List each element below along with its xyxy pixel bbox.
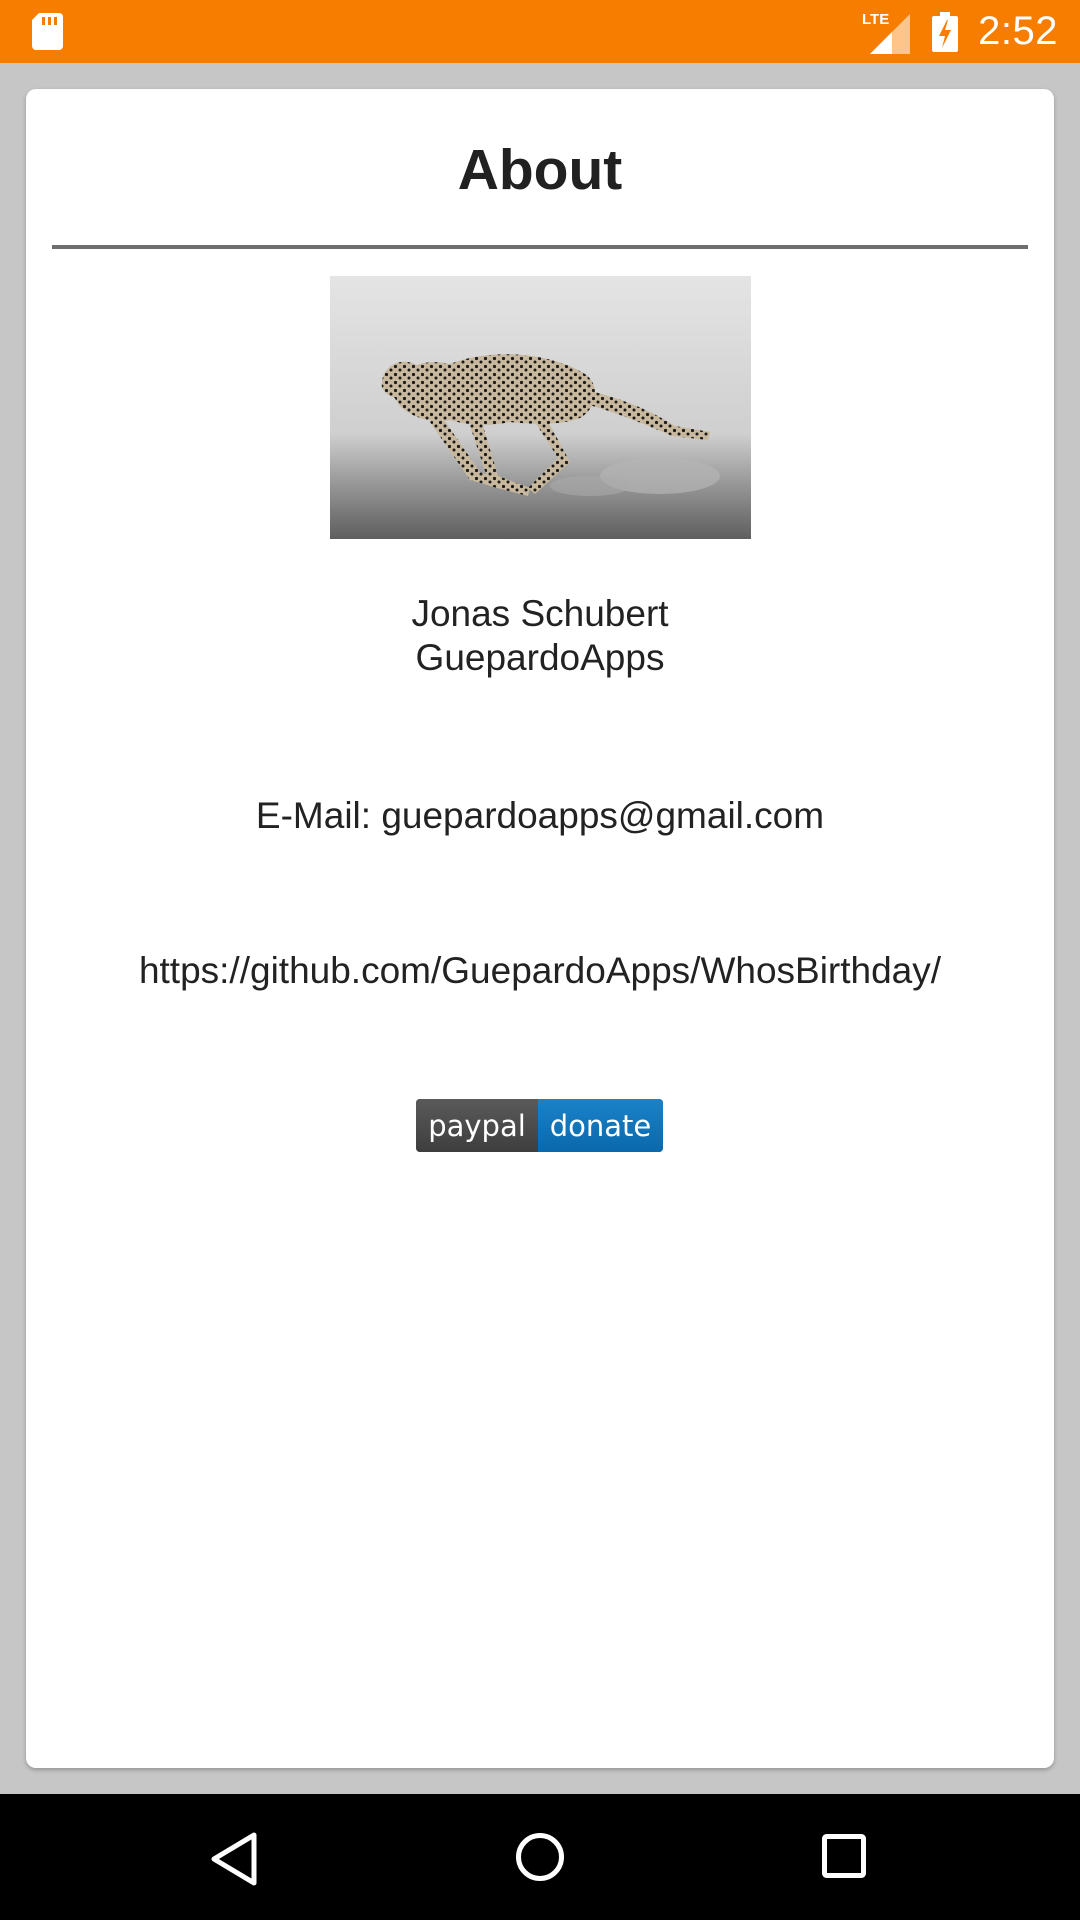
- github-link[interactable]: https://github.com/GuepardoApps/WhosBirt…: [0, 946, 1080, 996]
- status-clock: 2:52: [978, 9, 1058, 53]
- recents-icon[interactable]: [822, 1834, 866, 1878]
- title-divider: [52, 245, 1028, 249]
- author-name: Jonas Schubert: [411, 593, 669, 634]
- status-bar: LTE 2:52: [0, 0, 1080, 63]
- cheetah-image: [330, 276, 751, 539]
- author-info: Jonas Schubert GuepardoApps: [0, 592, 1080, 680]
- dialog-title: About: [457, 138, 623, 202]
- paypal-donate-button[interactable]: paypal donate: [416, 1099, 663, 1152]
- home-icon[interactable]: [515, 1832, 565, 1882]
- donate-label: donate: [538, 1099, 663, 1152]
- email-link[interactable]: E-Mail: guepardoapps@gmail.com: [0, 791, 1080, 841]
- company-name: GuepardoApps: [415, 637, 665, 678]
- navigation-bar: [0, 1794, 1080, 1920]
- paypal-label: paypal: [416, 1099, 538, 1152]
- status-icons: LTE 2:52: [862, 0, 1080, 63]
- sd-card-icon: [32, 13, 63, 50]
- lte-signal-icon: LTE: [862, 11, 911, 54]
- battery-charging-icon: [932, 11, 959, 52]
- svg-text:LTE: LTE: [862, 11, 889, 28]
- back-icon[interactable]: [210, 1832, 260, 1886]
